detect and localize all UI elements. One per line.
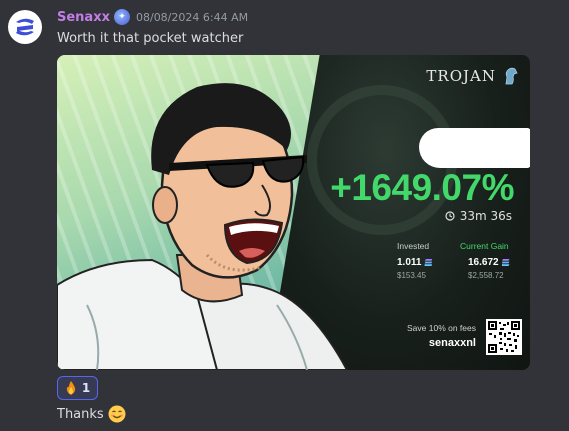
username[interactable]: Senaxx [57, 10, 110, 25]
message-header: Senaxx ✦ 08/08/2024 6:44 AM [57, 9, 248, 25]
pnl-card-image[interactable]: TROJAN +1649.07% 33m 36s Invested 1.011 … [57, 55, 530, 370]
fees-text: Save 10% on fees [407, 323, 476, 333]
reaction-count: 1 [81, 381, 91, 395]
referral-code: senaxxnl [428, 337, 476, 349]
fire-icon [66, 381, 75, 395]
current-gain-stat: Current Gain 16.672 $2,558.72 [460, 241, 510, 280]
invested-value-row: 1.011 [397, 257, 433, 268]
brand-name: TROJAN [426, 67, 496, 85]
user-avatar[interactable] [8, 10, 42, 44]
brand: TROJAN [426, 67, 518, 85]
cartoon-man-illustration [57, 83, 349, 370]
referral-block: Save 10% on fees senaxxnl [407, 323, 476, 349]
brain-icon[interactable]: ✦ [113, 9, 130, 25]
current-gain-value-row: 16.672 [468, 257, 510, 268]
reaction-fire[interactable]: 1 [57, 376, 98, 400]
gain-percentage: +1649.07% [330, 167, 514, 208]
solana-icon [424, 259, 433, 266]
qr-code-icon [488, 321, 520, 353]
current-gain-value: 16.672 [468, 257, 499, 268]
clock-icon [445, 211, 455, 221]
hold-timer: 33m 36s [445, 209, 512, 223]
timer-text: 33m 36s [459, 209, 512, 223]
reply-message: Thanks [57, 405, 126, 423]
smiling-face-icon [108, 405, 126, 423]
s-logo-icon [16, 18, 34, 36]
message-timestamp: 08/08/2024 6:44 AM [135, 10, 249, 24]
invested-usd: $153.45 [397, 271, 426, 280]
current-gain-label: Current Gain [460, 241, 509, 251]
qr-code [486, 319, 522, 355]
redacted-token-name [419, 128, 530, 168]
reply-text: Thanks [57, 406, 104, 422]
current-gain-usd: $2,558.72 [468, 271, 504, 280]
invested-stat: Invested 1.011 $153.45 [397, 241, 433, 280]
invested-label: Invested [397, 241, 430, 251]
invested-value: 1.011 [397, 257, 422, 268]
message-text: Worth it that pocket watcher [57, 31, 244, 46]
solana-icon [501, 259, 510, 266]
horse-head-icon [505, 67, 518, 85]
